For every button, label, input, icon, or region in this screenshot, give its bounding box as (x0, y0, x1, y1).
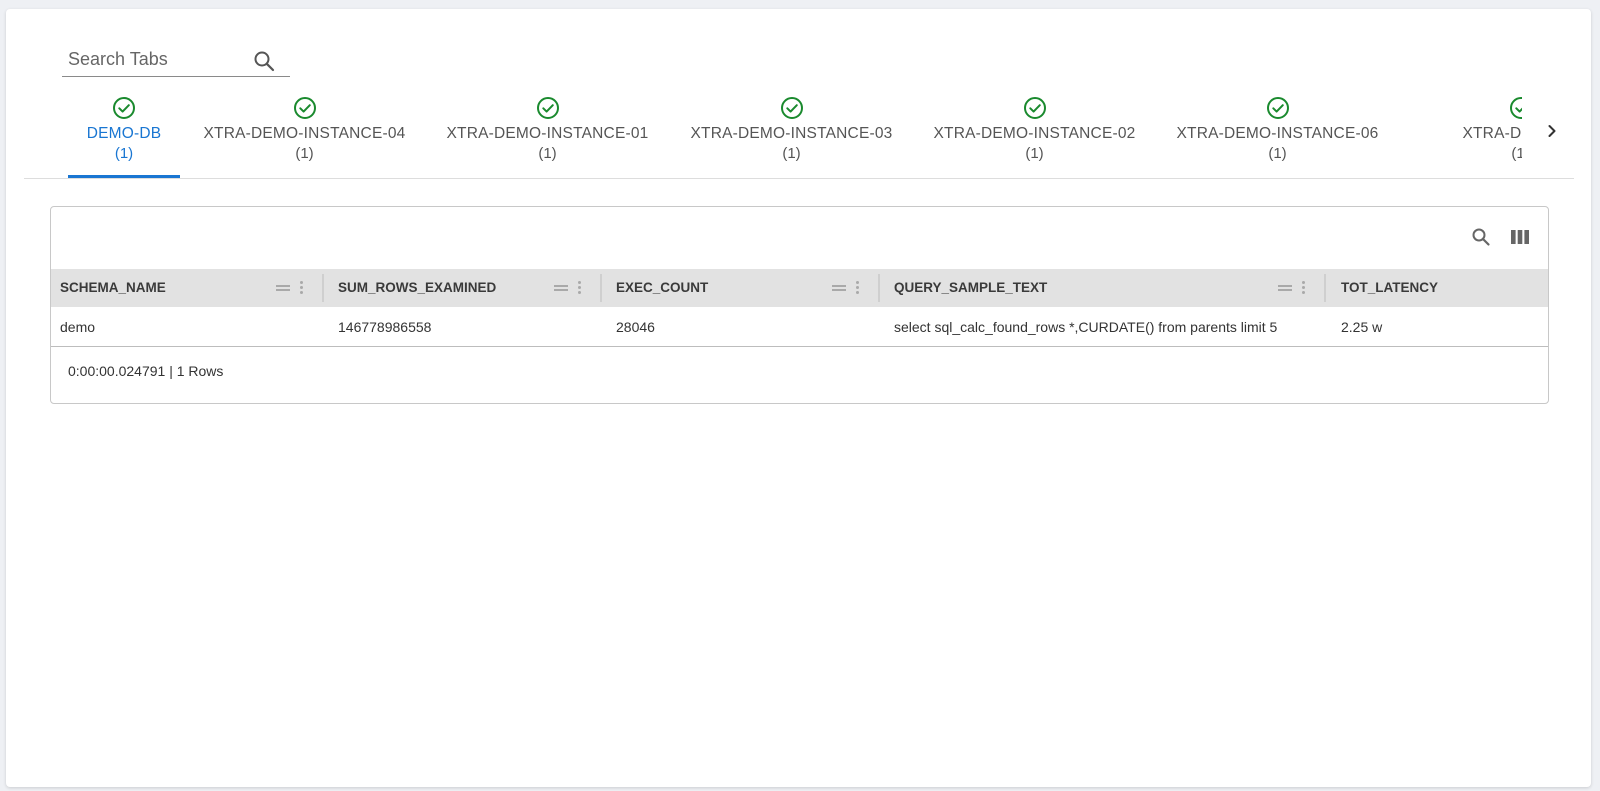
table-search-icon[interactable] (1469, 225, 1493, 249)
tab-label: XTRA-DEMO-INSTANCE-03 (690, 125, 893, 142)
column-resizer[interactable] (1324, 274, 1326, 302)
tab-count: (1) (1511, 145, 1522, 162)
view-columns-icon[interactable] (1508, 225, 1532, 249)
tab-label: DEMO-DB (86, 125, 162, 142)
column-header-label: SUM_ROWS_EXAMINED (338, 280, 497, 295)
tab-count: (1) (538, 145, 557, 162)
column-header-schema-name[interactable]: SCHEMA_NAME (51, 269, 321, 307)
search-icon[interactable] (252, 49, 276, 73)
search-tabs-field[interactable] (62, 44, 290, 77)
drag-handle-icon[interactable] (832, 269, 846, 307)
tab-count: (1) (782, 145, 801, 162)
tab-label: XTRA-DEMO-INSTANCE-01 (446, 125, 649, 142)
tab-xtra-demo-instance-03[interactable]: XTRA-DEMO-INSTANCE-03 (1) (679, 92, 904, 178)
cell-tot-latency: 2.25 w (1341, 319, 1383, 335)
tab-xtra-demo-instance-04[interactable]: XTRA-DEMO-INSTANCE-04 (1) (192, 92, 417, 178)
check-circle-icon (1023, 97, 1046, 119)
check-circle-icon (293, 97, 316, 119)
tab-xtra-demo-instance-partial[interactable]: XTRA-DEMO-IN (1) (1408, 92, 1522, 178)
check-circle-icon (1509, 97, 1522, 119)
instance-tabs: DEMO-DB (1) XTRA-DEMO-INSTANCE-04 (1) XT… (62, 92, 1522, 178)
column-header-label: SCHEMA_NAME (60, 280, 166, 295)
table-header: SCHEMA_NAME SUM_ROWS_EXAMINED EXEC_COUNT… (51, 269, 1548, 307)
tab-xtra-demo-instance-01[interactable]: XTRA-DEMO-INSTANCE-01 (1) (435, 92, 660, 178)
column-menu-icon[interactable] (854, 281, 860, 295)
tab-xtra-demo-instance-06[interactable]: XTRA-DEMO-INSTANCE-06 (1) (1165, 92, 1390, 178)
tab-demo-db[interactable]: DEMO-DB (1) (68, 92, 180, 178)
column-header-label: TOT_LATENCY (1341, 280, 1439, 295)
search-tabs-input[interactable] (68, 44, 248, 74)
column-header-query-sample-text[interactable]: QUERY_SAMPLE_TEXT (885, 269, 1323, 307)
table-row[interactable]: demo 146778986558 28046 select sql_calc_… (51, 307, 1548, 347)
cell-exec-count: 28046 (616, 319, 655, 335)
check-circle-icon (113, 97, 135, 119)
column-resizer[interactable] (600, 274, 602, 302)
cell-query-sample-text: select sql_calc_found_rows *,CURDATE() f… (894, 319, 1278, 335)
column-header-exec-count[interactable]: EXEC_COUNT (607, 269, 877, 307)
chevron-right-icon[interactable] (1540, 119, 1564, 143)
cell-sum-rows-examined: 146778986558 (338, 319, 432, 335)
check-circle-icon (780, 97, 803, 119)
column-header-tot-latency[interactable]: TOT_LATENCY (1332, 269, 1548, 307)
tab-count: (1) (114, 145, 134, 162)
column-menu-icon[interactable] (1300, 281, 1306, 295)
tab-count: (1) (1268, 145, 1287, 162)
table-footer-status: 0:00:00.024791 | 1 Rows (68, 363, 224, 379)
tab-label: XTRA-DEMO-IN (1462, 125, 1522, 142)
tab-xtra-demo-instance-02[interactable]: XTRA-DEMO-INSTANCE-02 (1) (922, 92, 1147, 178)
column-resizer[interactable] (322, 274, 324, 302)
check-circle-icon (1266, 97, 1289, 119)
tabs-divider (24, 178, 1574, 179)
tab-label: XTRA-DEMO-INSTANCE-04 (203, 125, 406, 142)
drag-handle-icon[interactable] (276, 269, 290, 307)
drag-handle-icon[interactable] (554, 269, 568, 307)
drag-handle-icon[interactable] (1278, 269, 1292, 307)
column-header-sum-rows-examined[interactable]: SUM_ROWS_EXAMINED (329, 269, 599, 307)
check-circle-icon (536, 97, 559, 119)
column-header-label: EXEC_COUNT (616, 280, 709, 295)
column-menu-icon[interactable] (576, 281, 582, 295)
tab-count: (1) (1025, 145, 1044, 162)
tab-count: (1) (295, 145, 314, 162)
column-resizer[interactable] (878, 274, 880, 302)
tab-label: XTRA-DEMO-INSTANCE-06 (1176, 125, 1379, 142)
column-header-label: QUERY_SAMPLE_TEXT (894, 280, 1048, 295)
tab-label: XTRA-DEMO-INSTANCE-02 (933, 125, 1136, 142)
query-results-table: SCHEMA_NAME SUM_ROWS_EXAMINED EXEC_COUNT… (50, 206, 1549, 404)
cell-schema-name: demo (60, 319, 96, 335)
column-menu-icon[interactable] (298, 281, 304, 295)
